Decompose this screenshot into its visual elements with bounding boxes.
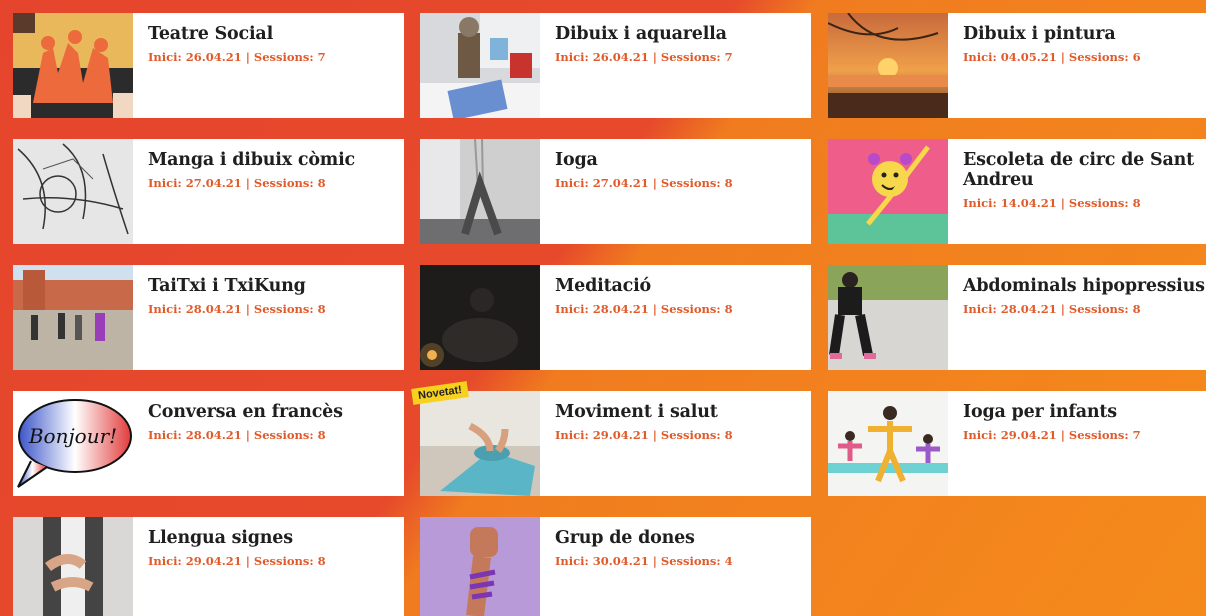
course-title[interactable]: Meditació xyxy=(555,276,733,296)
course-grid: Teatre Social Inici: 26.04.21 | Sessions… xyxy=(0,0,1206,616)
course-meta: Inici: 28.04.21 | Sessions: 8 xyxy=(148,428,326,442)
course-card-abdominals[interactable]: Abdominals hipopressius Inici: 28.04.21 … xyxy=(828,265,1206,370)
course-thumbnail xyxy=(13,265,133,370)
course-meta: Inici: 27.04.21 | Sessions: 8 xyxy=(555,176,733,190)
course-meta: Inici: 28.04.21 | Sessions: 8 xyxy=(148,302,326,316)
course-title[interactable]: Escoleta de circ de Sant Andreu xyxy=(963,150,1206,190)
course-meta: Inici: 27.04.21 | Sessions: 8 xyxy=(148,176,326,190)
course-info: Conversa en francès Inici: 28.04.21 | Se… xyxy=(133,391,343,496)
course-thumbnail xyxy=(828,265,948,370)
course-meta: Inici: 29.04.21 | Sessions: 8 xyxy=(555,428,733,442)
course-thumbnail xyxy=(13,139,133,244)
course-info: Teatre Social Inici: 26.04.21 | Sessions… xyxy=(133,13,326,118)
course-card-escoleta-circ[interactable]: Escoleta de circ de Sant Andreu Inici: 1… xyxy=(828,139,1206,244)
course-info: TaiTxi i TxiKung Inici: 28.04.21 | Sessi… xyxy=(133,265,326,370)
course-thumbnail: Bonjour! xyxy=(13,391,133,496)
course-title[interactable]: Dibuix i aquarella xyxy=(555,24,733,44)
course-thumbnail xyxy=(420,265,540,370)
course-info: Meditació Inici: 28.04.21 | Sessions: 8 xyxy=(540,265,733,370)
course-meta: Inici: 26.04.21 | Sessions: 7 xyxy=(555,50,733,64)
course-info: Grup de dones Inici: 30.04.21 | Sessions… xyxy=(540,517,733,616)
course-title[interactable]: Dibuix i pintura xyxy=(963,24,1141,44)
course-title[interactable]: Conversa en francès xyxy=(148,402,343,422)
course-card-dibuix-aquarella[interactable]: Dibuix i aquarella Inici: 26.04.21 | Ses… xyxy=(420,13,811,118)
course-info: Ioga Inici: 27.04.21 | Sessions: 8 xyxy=(540,139,733,244)
course-title[interactable]: Manga i dibuix còmic xyxy=(148,150,355,170)
course-info: Moviment i salut Inici: 29.04.21 | Sessi… xyxy=(540,391,733,496)
course-title[interactable]: Moviment i salut xyxy=(555,402,733,422)
course-title[interactable]: TaiTxi i TxiKung xyxy=(148,276,326,296)
course-meta: Inici: 04.05.21 | Sessions: 6 xyxy=(963,50,1141,64)
course-meta: Inici: 14.04.21 | Sessions: 8 xyxy=(963,196,1141,210)
bonjour-text: Bonjour! xyxy=(28,424,117,448)
course-thumbnail xyxy=(828,139,948,244)
course-card-teatre-social[interactable]: Teatre Social Inici: 26.04.21 | Sessions… xyxy=(13,13,404,118)
course-meta: Inici: 29.04.21 | Sessions: 7 xyxy=(963,428,1141,442)
course-card-meditacio[interactable]: Meditació Inici: 28.04.21 | Sessions: 8 xyxy=(420,265,811,370)
course-thumbnail xyxy=(420,13,540,118)
course-info: Dibuix i pintura Inici: 04.05.21 | Sessi… xyxy=(948,13,1141,118)
course-thumbnail xyxy=(13,13,133,118)
course-meta: Inici: 28.04.21 | Sessions: 8 xyxy=(963,302,1141,316)
course-title[interactable]: Ioga per infants xyxy=(963,402,1141,422)
course-info: Dibuix i aquarella Inici: 26.04.21 | Ses… xyxy=(540,13,733,118)
course-title[interactable]: Teatre Social xyxy=(148,24,326,44)
course-card-grup-dones[interactable]: Grup de dones Inici: 30.04.21 | Sessions… xyxy=(420,517,811,616)
course-card-ioga[interactable]: Ioga Inici: 27.04.21 | Sessions: 8 xyxy=(420,139,811,244)
course-meta: Inici: 26.04.21 | Sessions: 7 xyxy=(148,50,326,64)
course-meta: Inici: 30.04.21 | Sessions: 4 xyxy=(555,554,733,568)
course-meta: Inici: 28.04.21 | Sessions: 8 xyxy=(555,302,733,316)
course-info: Escoleta de circ de Sant Andreu Inici: 1… xyxy=(948,139,1206,244)
course-info: Llengua signes Inici: 29.04.21 | Session… xyxy=(133,517,326,616)
course-title[interactable]: Ioga xyxy=(555,150,733,170)
course-card-manga[interactable]: Manga i dibuix còmic Inici: 27.04.21 | S… xyxy=(13,139,404,244)
course-info: Abdominals hipopressius Inici: 28.04.21 … xyxy=(948,265,1205,370)
course-card-moviment-salut[interactable]: Novetat! Moviment i salut Inici: 29.04.2… xyxy=(411,381,811,496)
course-card-dibuix-pintura[interactable]: Dibuix i pintura Inici: 04.05.21 | Sessi… xyxy=(828,13,1206,118)
course-card-llengua-signes[interactable]: Llengua signes Inici: 29.04.21 | Session… xyxy=(13,517,404,616)
course-info: Ioga per infants Inici: 29.04.21 | Sessi… xyxy=(948,391,1141,496)
course-card-ioga-infants[interactable]: Ioga per infants Inici: 29.04.21 | Sessi… xyxy=(828,391,1206,496)
course-thumbnail xyxy=(420,139,540,244)
course-thumbnail xyxy=(13,517,133,616)
course-card-conversa-frances[interactable]: Bonjour! Conversa en francès Inici: 28.0… xyxy=(13,391,404,496)
course-title[interactable]: Abdominals hipopressius xyxy=(963,276,1205,296)
course-thumbnail xyxy=(828,13,948,118)
course-card-taitxi[interactable]: TaiTxi i TxiKung Inici: 28.04.21 | Sessi… xyxy=(13,265,404,370)
course-info: Manga i dibuix còmic Inici: 27.04.21 | S… xyxy=(133,139,355,244)
course-meta: Inici: 29.04.21 | Sessions: 8 xyxy=(148,554,326,568)
course-title[interactable]: Llengua signes xyxy=(148,528,326,548)
course-title[interactable]: Grup de dones xyxy=(555,528,733,548)
course-thumbnail xyxy=(420,517,540,616)
course-thumbnail xyxy=(420,391,540,496)
course-thumbnail xyxy=(828,391,948,496)
